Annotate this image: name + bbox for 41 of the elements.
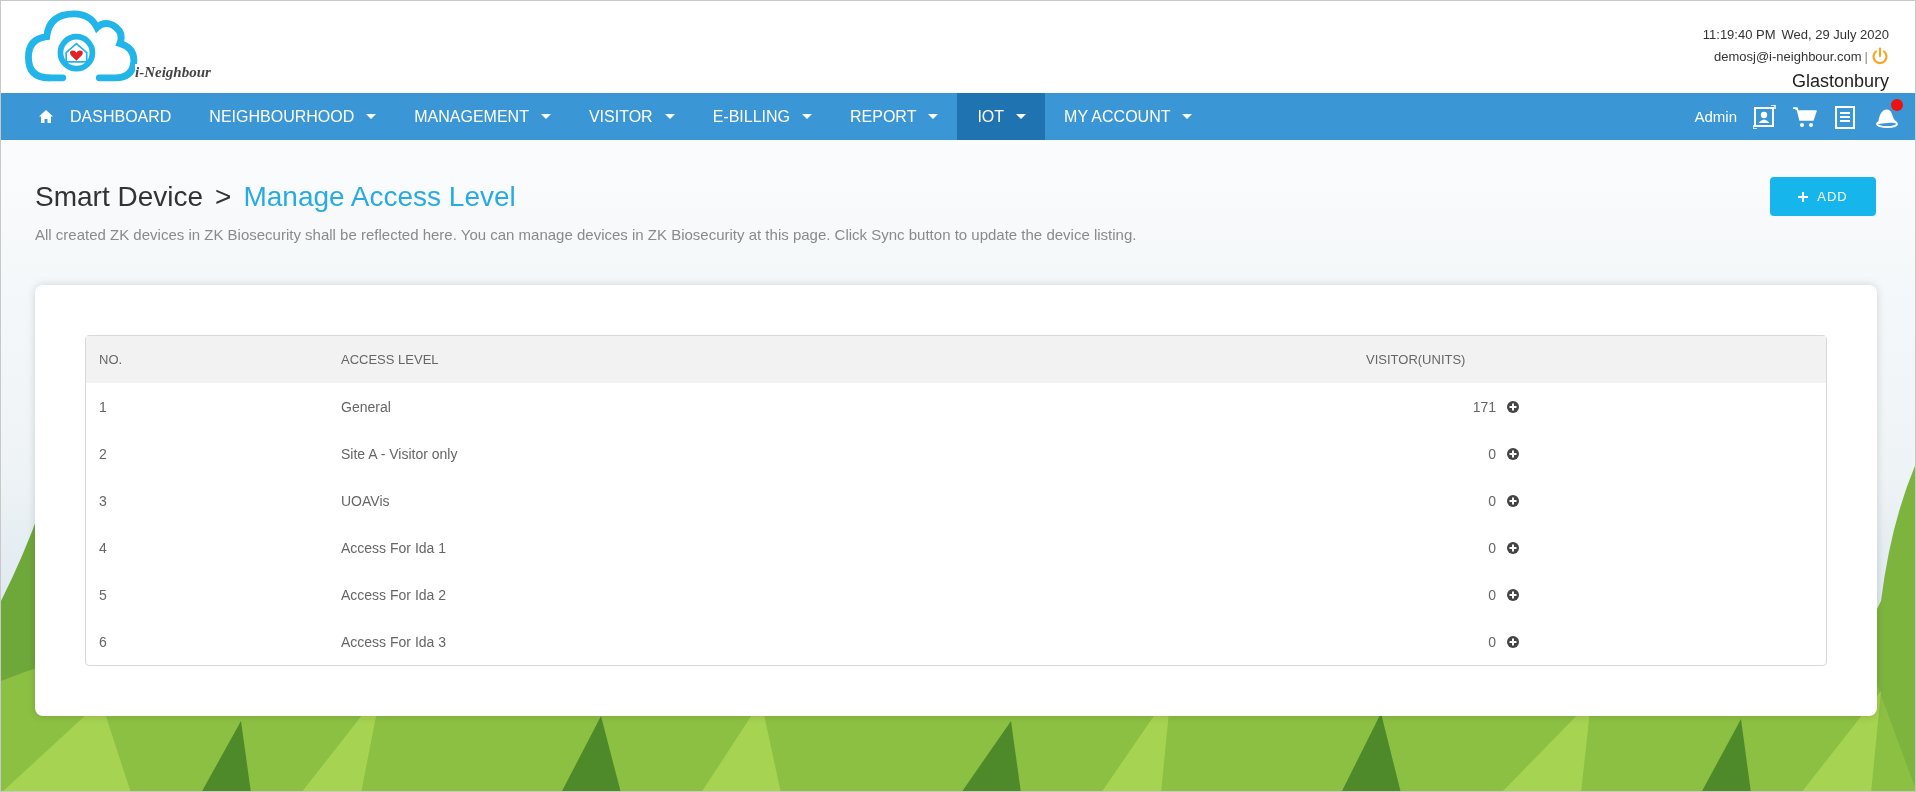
table-cell: 1 <box>99 398 107 415</box>
column-header: ACCESS LEVEL <box>341 352 439 367</box>
table-cell: Access For Ida 3 <box>341 633 447 650</box>
date-text: Wed, 29 July 2020 <box>1781 26 1889 42</box>
nav-menu-item[interactable]: REPORT <box>831 93 958 140</box>
table-cell-text: 0 <box>1487 633 1496 650</box>
nav-menu-item[interactable]: MANAGEMENT <box>395 93 570 140</box>
page-description: All created ZK devices in ZK Biosecurity shall be reflected here. You can manage devices in ZK Biosecurity at this page. Click Sync button to update the device listing. <box>35 226 1138 243</box>
column-header: NO. <box>99 352 123 367</box>
nav-menu-item[interactable]: IOT <box>957 93 1046 140</box>
table-cell: 2 <box>99 445 107 462</box>
table-cell: 6 <box>99 633 107 650</box>
table-cell: UOAVis <box>341 492 390 509</box>
add-button[interactable]: ADD <box>1770 177 1876 216</box>
table-cell-text: 171 <box>1471 398 1496 415</box>
time-text: 11:19:40 PM <box>1702 26 1776 42</box>
table-cell-text: 0 <box>1487 492 1496 509</box>
nav-menu-item[interactable]: DASHBOARD <box>19 93 191 140</box>
logo-text: i-Neighbour <box>135 64 211 81</box>
page-title: Manage Access Level <box>243 180 516 213</box>
table-cell: 3 <box>99 492 107 509</box>
table-cell-text: 0 <box>1487 445 1496 462</box>
table-cell: Access For Ida 1 <box>341 539 447 556</box>
separator-text: | <box>1864 48 1868 64</box>
column-header: VISITOR(UNITS) <box>1366 352 1466 367</box>
breadcrumb-separator: > <box>215 180 232 213</box>
table-cell-text: 0 <box>1487 586 1496 603</box>
nav-menu-item[interactable]: NEIGHBOURHOOD <box>190 93 396 140</box>
email-text: demosj@i-neighbour.com <box>1714 48 1862 64</box>
nav-menu-item[interactable]: E-BILLING <box>693 93 831 140</box>
table-cell: General <box>341 398 391 415</box>
table-cell: 4 <box>99 539 107 556</box>
table-cell-text: 0 <box>1487 539 1496 556</box>
table-cell: 5 <box>99 586 107 603</box>
nav-menu-item[interactable]: VISITOR <box>569 93 694 140</box>
nav-menu-item[interactable]: MY ACCOUNT <box>1045 93 1212 140</box>
location-text: Glastonbury <box>1791 71 1889 92</box>
table-cell: Access For Ida 2 <box>341 586 447 603</box>
breadcrumb-parent[interactable]: Smart Device <box>35 180 204 213</box>
table-cell: Site A - Visitor only <box>341 445 458 462</box>
user-name: Admin <box>1694 108 1737 125</box>
